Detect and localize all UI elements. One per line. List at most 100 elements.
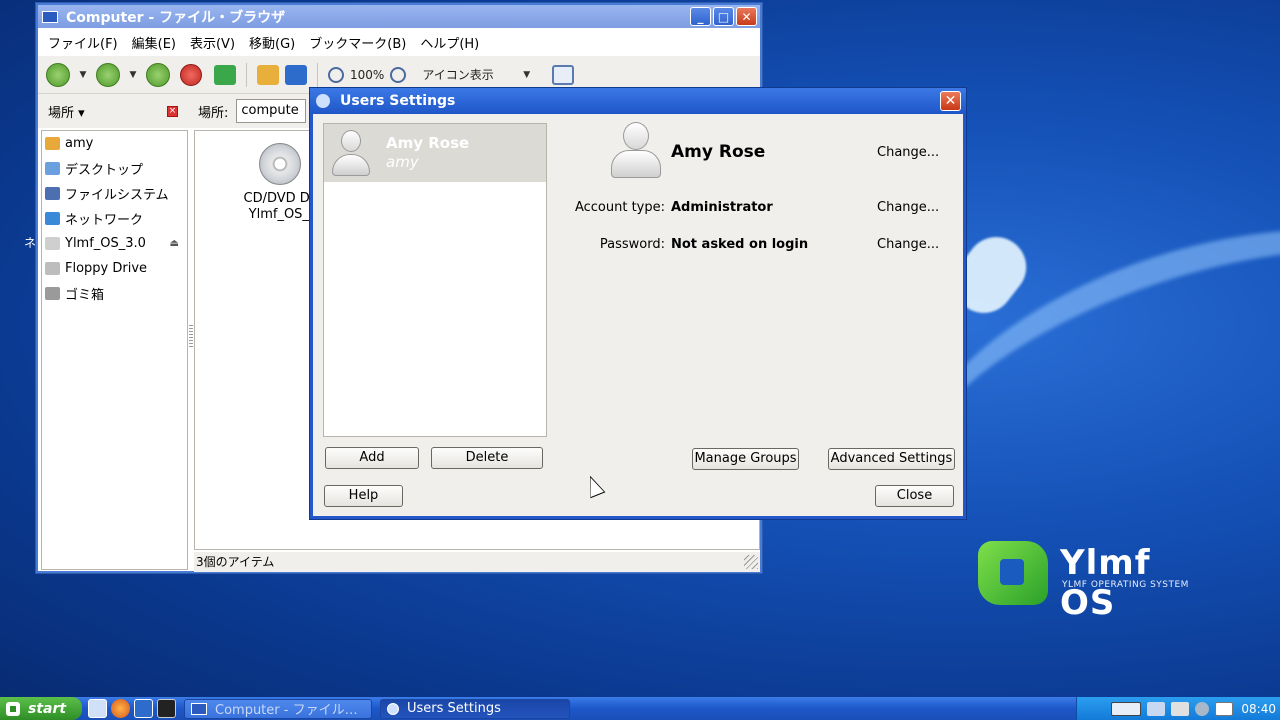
selected-user-avatar-icon[interactable] [611,122,661,178]
resize-grip[interactable] [744,555,758,569]
desktop-icon [45,162,60,175]
dialog-close-button[interactable]: ✕ [940,91,961,111]
sidebar-item-label: Floppy Drive [65,261,148,276]
sidebar-item-label: ネットワーク [65,213,144,228]
menu-view[interactable]: 表示(V) [190,33,235,52]
view-mode-select[interactable]: アイコン表示 [422,66,493,83]
start-button[interactable]: start [0,697,82,720]
menu-help[interactable]: ヘルプ(H) [420,33,479,52]
folder-home-icon [45,137,60,150]
sidebar-item-network[interactable]: ネットワーク [42,206,187,231]
zoom-in-icon[interactable] [390,66,407,83]
forward-history-chevron-icon[interactable]: ▼ [126,70,140,80]
close-sidebar-icon[interactable]: × [167,105,178,117]
change-password-button[interactable]: Change... [877,237,939,252]
sidebar-header: 場所 ▾ × [38,102,188,121]
sidebar-item-label: Ylmf_OS_3.0 [65,236,146,251]
floppy-icon [45,262,60,275]
sidebar-item-floppy[interactable]: Floppy Drive [42,256,187,281]
search-icon[interactable] [551,64,574,85]
statusbar: 3個のアイテム [194,552,760,572]
advanced-settings-button[interactable]: Advanced Settings [828,448,955,470]
manage-groups-button[interactable]: Manage Groups [692,448,799,470]
ylmf-logo-icon [978,541,1048,605]
ylmf-logo: Ylmf OS YLMF OPERATING SYSTEM [978,541,1218,623]
task-label: Computer - ファイル… [215,703,358,718]
file-browser-title: Computer - ファイル・ブラウザ [66,9,286,26]
task-label: Users Settings [407,701,501,716]
computer-toolbar-icon[interactable] [285,64,307,85]
firefox-icon[interactable] [111,699,130,718]
up-icon[interactable] [146,62,170,87]
home-folder-icon[interactable] [257,64,279,85]
back-icon[interactable] [46,62,70,87]
update-icon[interactable] [1147,701,1166,716]
sidebar-item-label: デスクトップ [65,163,144,178]
menu-edit[interactable]: 編集(E) [132,33,176,52]
volume-icon[interactable] [1195,701,1210,716]
sidebar-item-trash[interactable]: ゴミ箱 [42,281,187,306]
file-browser-titlebar[interactable]: Computer - ファイル・ブラウザ _ □ ✕ [38,5,760,28]
reload-icon[interactable] [214,64,236,85]
menu-bookmarks[interactable]: ブックマーク(B) [309,33,406,52]
close-dialog-button[interactable]: Close [875,485,954,507]
show-desktop-icon[interactable] [88,699,107,718]
clock[interactable]: 08:40 [1241,702,1276,716]
sidebar-header-label[interactable]: 場所 ▾ [48,102,85,121]
sidebar-item-harddisk[interactable]: ファイルシステム [42,181,187,206]
terminal-icon[interactable] [157,699,176,718]
password-value: Not asked on login [671,237,809,252]
start-logo-icon [6,701,20,716]
selected-user-fullname: Amy Rose [671,142,766,162]
logo-subtitle: YLMF OPERATING SYSTEM [1062,580,1189,590]
mail-icon[interactable] [1215,701,1234,716]
delete-user-button[interactable]: Delete [431,447,543,469]
location-input[interactable]: compute [236,99,307,123]
help-button[interactable]: Help [324,485,403,507]
trash-icon [45,287,60,300]
change-name-button[interactable]: Change... [877,145,939,160]
cdrom-drive-icon[interactable] [259,143,301,185]
harddisk-icon [45,187,60,200]
system-tray: 08:40 [1076,697,1280,720]
pane-splitter-handle[interactable] [189,325,193,349]
back-history-chevron-icon[interactable]: ▼ [76,70,90,80]
sidebar-item-cdrom[interactable]: Ylmf_OS_3.0 ⏏ [42,231,187,256]
forward-icon[interactable] [96,62,120,87]
toolbar-separator [246,62,247,87]
user-avatar-icon [332,130,370,176]
file-manager-icon[interactable] [134,699,153,718]
stop-icon[interactable] [180,63,202,86]
quick-launch [88,699,176,718]
change-account-type-button[interactable]: Change... [877,200,939,215]
taskbar-item-file-browser[interactable]: Computer - ファイル… [184,698,372,719]
eject-icon[interactable]: ⏏ [170,238,179,249]
taskbar-item-users-settings[interactable]: Users Settings [380,698,570,719]
add-user-button[interactable]: Add [325,447,419,469]
menu-go[interactable]: 移動(G) [249,33,295,52]
close-window-button[interactable]: ✕ [736,7,757,26]
dialog-title: Users Settings [340,93,456,109]
user-list-login: amy [386,153,419,171]
sidebar-item-folder-home[interactable]: amy [42,131,187,156]
network-icon [45,212,60,225]
menubar: ファイル(F) 編集(E) 表示(V) 移動(G) ブックマーク(B) ヘルプ(… [38,28,760,56]
users-icon [316,94,330,108]
zoom-out-icon[interactable] [328,66,344,83]
dialog-titlebar[interactable]: Users Settings [310,88,966,114]
users-settings-dialog: Users Settings ✕ Amy Rose amy Amy Rose C… [310,88,966,519]
network-tray-icon[interactable] [1171,701,1190,716]
account-type-value: Administrator [671,200,773,215]
view-mode-chevron-icon[interactable]: ▼ [520,70,534,80]
minimize-button[interactable]: _ [690,7,711,26]
menu-file[interactable]: ファイル(F) [48,33,118,52]
start-label: start [28,700,67,717]
workspace-switcher-icon[interactable] [1111,701,1142,716]
sidebar-item-desktop[interactable]: デスクトップ [42,156,187,181]
user-list: Amy Rose amy [323,123,547,437]
password-label: Password: [599,237,665,252]
location-label: 場所: [198,105,229,121]
user-list-name: Amy Rose [386,134,470,152]
maximize-button[interactable]: □ [713,7,734,26]
user-list-item[interactable]: Amy Rose amy [324,124,546,182]
